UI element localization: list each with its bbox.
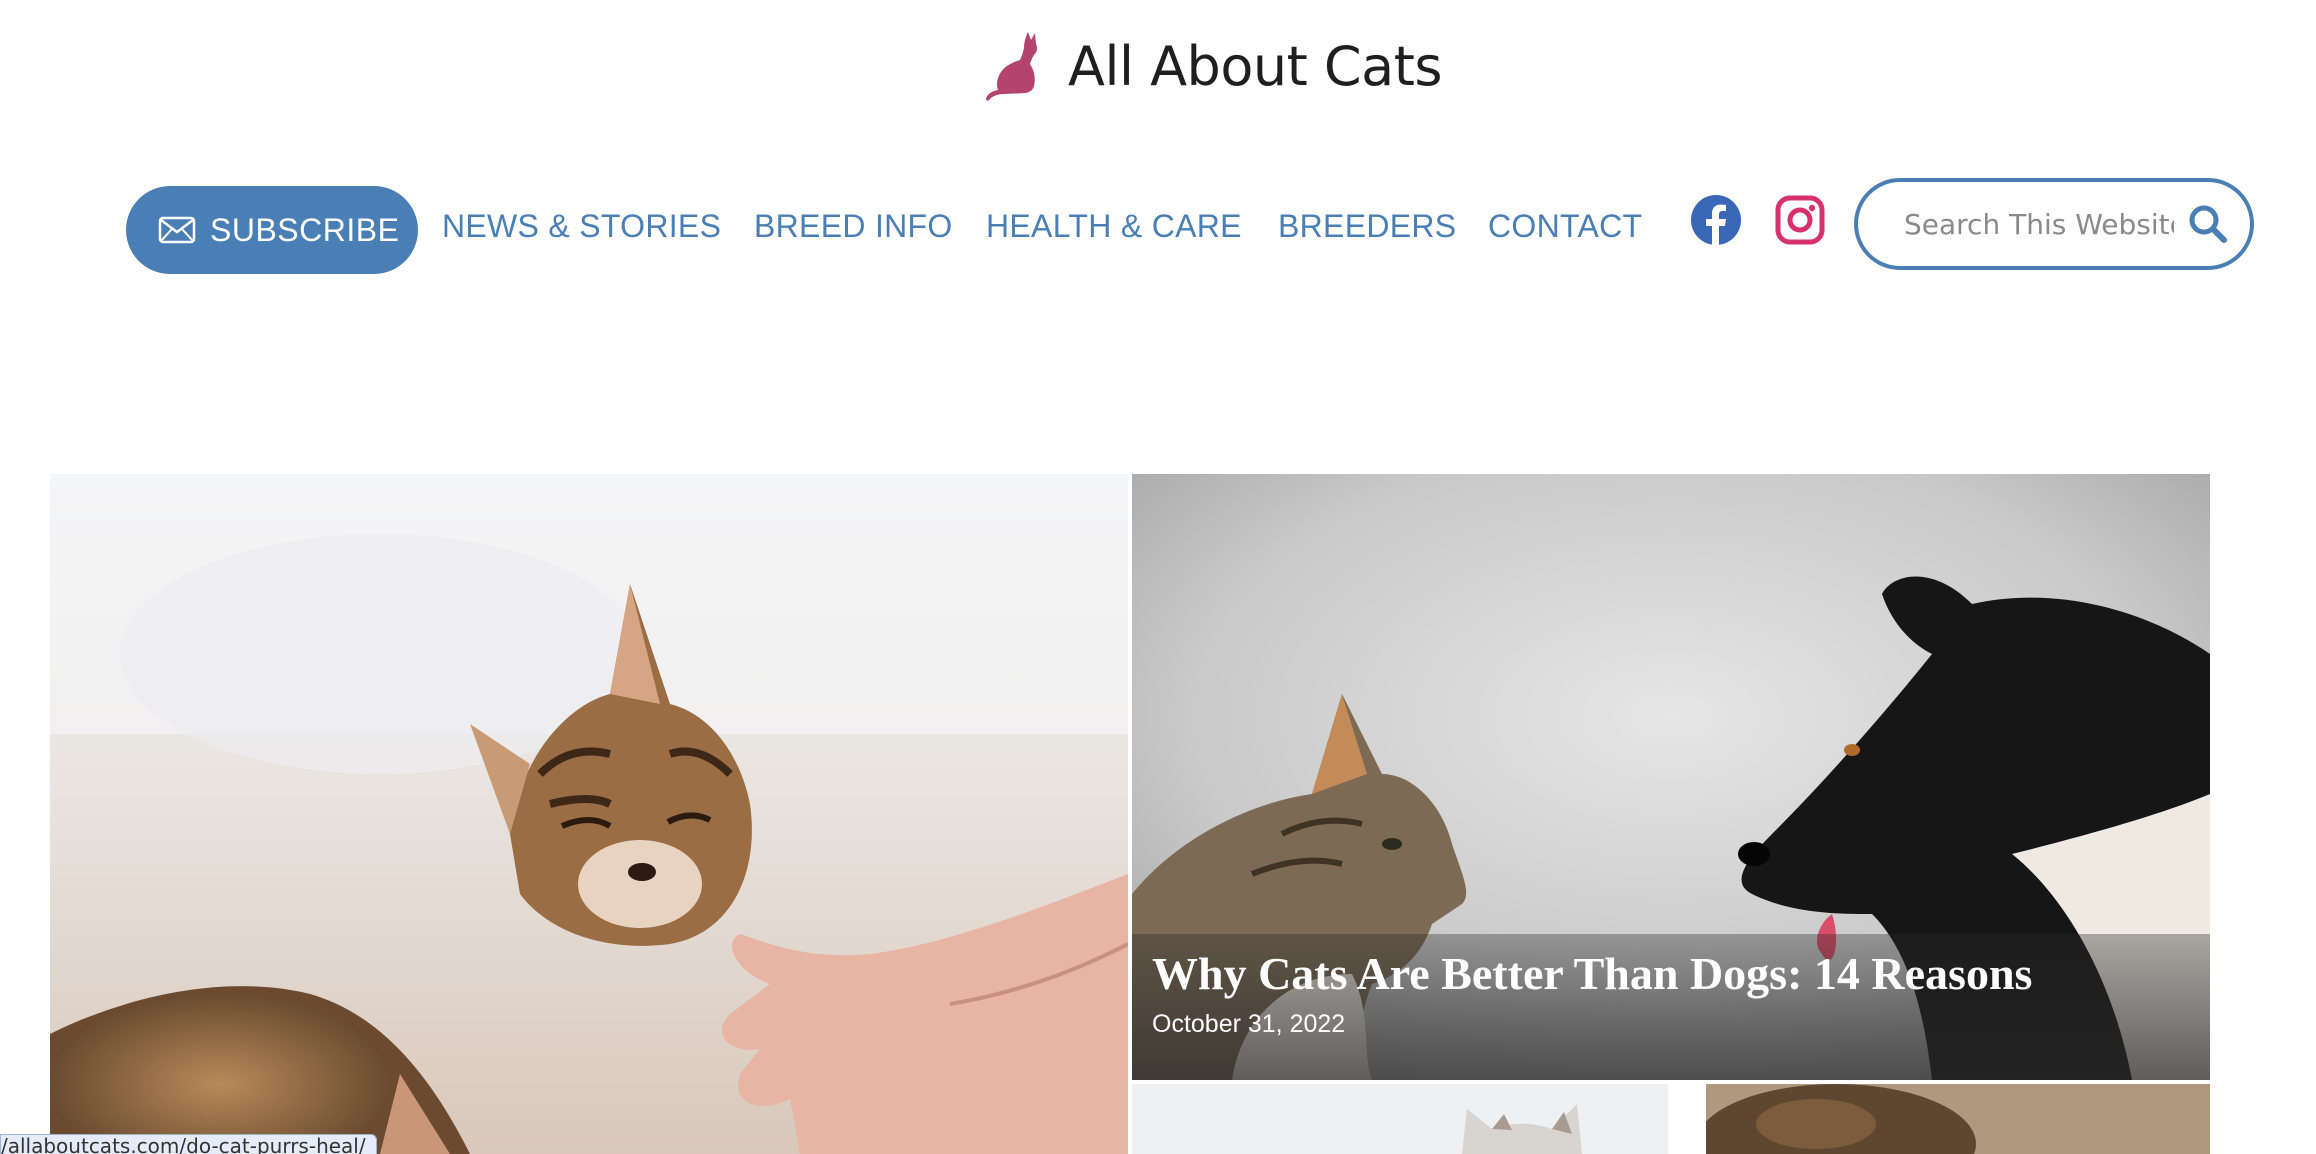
envelope-icon [158,216,196,244]
featured-caption: Why Cats Are Better Than Dogs: 14 Reason… [1132,934,2210,1080]
status-bar-url: /allaboutcats.com/do-cat-purrs-heal/ [0,1134,377,1154]
facebook-icon [1691,195,1741,245]
nav-link-news-stories[interactable]: NEWS & STORIES [442,206,721,246]
white-cat-photo [1132,1084,1668,1154]
main-nav: SUBSCRIBE NEWS & STORIES BREED INFO HEAL… [0,176,2316,276]
site-logo[interactable]: All About Cats [984,30,1443,102]
kitten-photo [50,474,1128,1154]
search-box [1854,178,2254,270]
featured-post-date: October 31, 2022 [1152,1010,1346,1038]
search-icon [2189,205,2227,243]
search-button[interactable] [2188,204,2228,244]
tabby-cat-photo [1706,1084,2210,1154]
cat-logo-icon [986,32,1038,101]
nav-link-breeders[interactable]: BREEDERS [1278,206,1456,246]
nav-link-breed-info[interactable]: BREED INFO [754,206,953,246]
featured-post-small-1[interactable] [1132,1084,1668,1154]
instagram-link[interactable] [1774,194,1826,246]
search-input[interactable] [1904,207,2174,241]
subscribe-button[interactable]: SUBSCRIBE [126,186,418,274]
featured-post-main[interactable] [50,474,1128,1154]
featured-post-title[interactable]: Why Cats Are Better Than Dogs: 14 Reason… [1152,944,2190,1004]
site-title: All About Cats [1068,34,1443,98]
facebook-link[interactable] [1690,194,1742,246]
featured-post-cats-vs-dogs[interactable]: Why Cats Are Better Than Dogs: 14 Reason… [1132,474,2210,1080]
subscribe-label: SUBSCRIBE [210,211,400,248]
featured-post-small-2[interactable] [1706,1084,2210,1154]
instagram-icon [1775,195,1825,245]
nav-link-health-care[interactable]: HEALTH & CARE [986,206,1242,246]
nav-link-contact[interactable]: CONTACT [1488,206,1642,246]
